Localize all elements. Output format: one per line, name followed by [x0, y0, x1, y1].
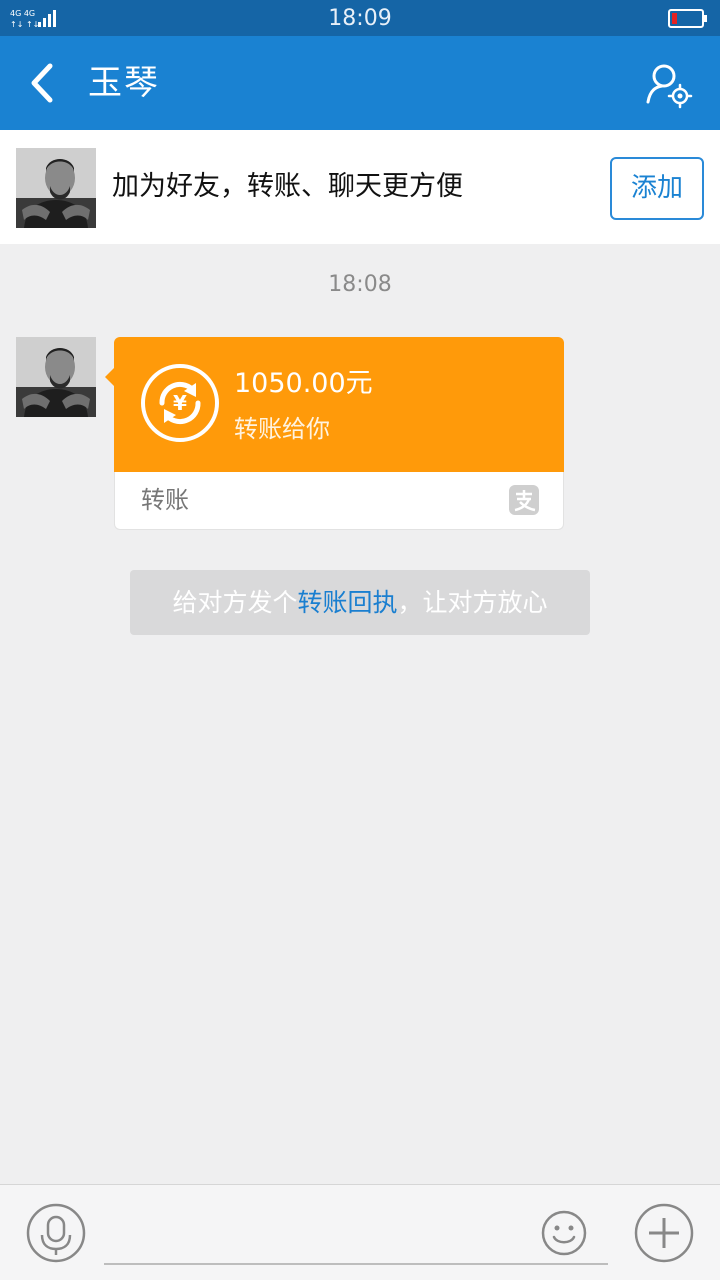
transfer-amount: 1050.00元 [234, 368, 373, 399]
transfer-footer-label: 转账 [141, 486, 189, 514]
bubble-tail [105, 367, 115, 387]
transfer-description: 转账给你 [234, 415, 330, 443]
receipt-tip-suffix: ，让对方放心 [397, 588, 548, 617]
transfer-card-header: ¥ 1050.00元 转账给你 [105, 337, 564, 472]
transfer-card-footer: 转账 [114, 472, 564, 530]
add-friend-banner: 加为好友，转账、聊天更方便 添加 [0, 130, 720, 244]
smiley-icon[interactable] [540, 1209, 588, 1257]
title-bar: 玉琴 [0, 36, 720, 130]
alipay-icon [509, 485, 539, 515]
contact-avatar[interactable] [16, 148, 96, 228]
status-time: 18:09 [328, 6, 392, 31]
svg-text:¥: ¥ [173, 391, 187, 415]
plus-icon[interactable] [634, 1203, 694, 1263]
message-timestamp: 18:08 [328, 272, 392, 297]
chevron-left-icon[interactable] [22, 58, 66, 108]
add-friend-text: 加为好友，转账、聊天更方便 [112, 171, 463, 202]
transfer-receipt-link[interactable]: 转账回执 [297, 588, 397, 617]
transfer-message-card[interactable]: ¥ 1050.00元 转账给你 转账 [105, 337, 564, 530]
microphone-icon[interactable] [26, 1203, 86, 1263]
page-title: 玉琴 [88, 63, 160, 103]
sender-avatar[interactable] [16, 337, 96, 417]
receipt-tip-prefix: 给对方发个 [172, 588, 298, 617]
add-friend-button[interactable]: 添加 [610, 157, 704, 220]
user-settings-icon[interactable] [644, 60, 694, 110]
battery-icon [668, 9, 707, 28]
yuan-transfer-icon: ¥ [141, 364, 219, 442]
status-bar: 4G 4G ↑↓ ↑↓ 18:09 [0, 0, 720, 36]
chat-input-bar [0, 1184, 720, 1280]
message-input[interactable] [104, 1199, 608, 1265]
transfer-receipt-tip: 给对方发个转账回执，让对方放心 [130, 570, 590, 635]
